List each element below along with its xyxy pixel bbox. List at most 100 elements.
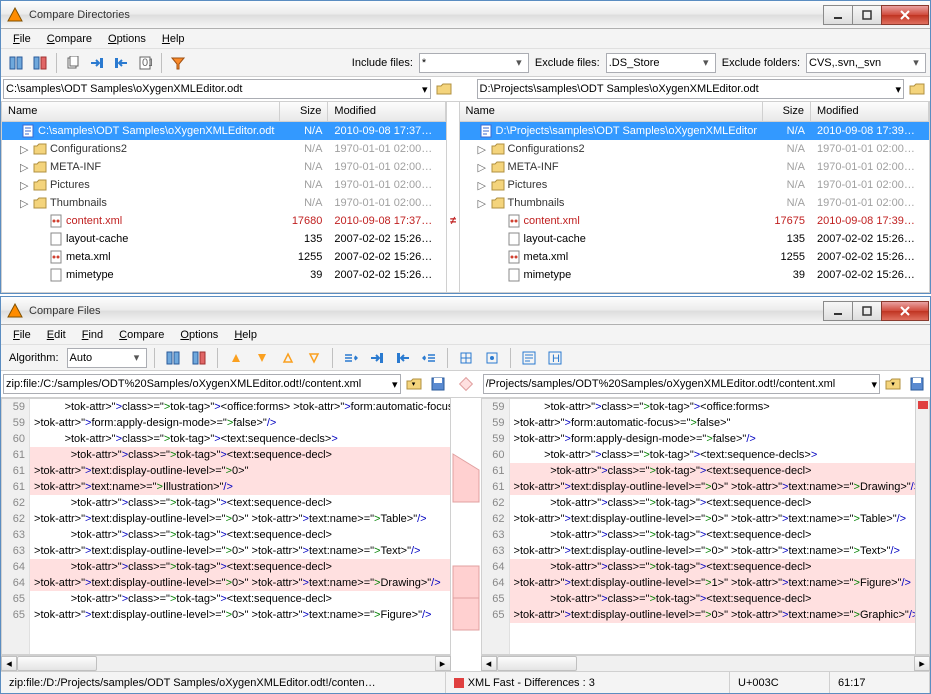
browse-right-file-button[interactable]: ▾ [882,373,904,395]
right-file-path-input[interactable]: /Projects/samples/ODT%20Samples/oXygenXM… [483,374,881,394]
table-row[interactable]: layout-cache1352007-02-02 15:26… [2,230,446,248]
left-editor[interactable]: 5959606161616262636364646565 >tok-attr>"… [1,398,451,655]
col-modified[interactable]: Modified [811,102,929,121]
next-change-button[interactable] [303,347,325,369]
menu-find[interactable]: Find [74,327,111,343]
save-left-button[interactable] [427,373,449,395]
status-position: 61:17 [830,672,930,693]
algo-toolbar: Algorithm: Auto▾ H [1,345,930,371]
left-h-scrollbar[interactable]: ◂▸ [1,655,451,671]
menu-options[interactable]: Options [100,31,154,47]
right-path-input[interactable]: D:\Projects\samples\ODT Samples\oXygenXM… [477,79,905,99]
table-row[interactable]: D:\Projects\samples\ODT Samples\oXygenXM… [460,122,929,140]
table-row[interactable]: content.xml176752010-09-08 17:39… [460,212,929,230]
diff-indicator [451,379,481,389]
close-button[interactable] [881,5,929,25]
col-name[interactable]: Name [2,102,280,121]
titlebar[interactable]: Compare Files [1,297,930,325]
exclude-files-combo[interactable]: .DS_Store▾ [606,53,716,73]
app-icon [7,303,23,319]
titlebar[interactable]: Compare Directories [1,1,930,29]
menu-file[interactable]: File [5,327,39,343]
diff-marker-column: ≠ [447,101,458,293]
menu-compare[interactable]: Compare [111,327,172,343]
close-button[interactable] [881,301,929,321]
right-dir-pane: Name Size Modified D:\Projects\samples\O… [459,101,930,293]
col-size[interactable]: Size [763,102,811,121]
include-files-combo[interactable]: *▾ [419,53,529,73]
ignore-ws-button[interactable] [455,347,477,369]
exclude-files-label: Exclude files: [535,57,600,69]
menu-compare[interactable]: Compare [39,31,100,47]
table-row[interactable]: C:\samples\ODT Samples\oXygenXMLEditor.o… [2,122,446,140]
table-row[interactable]: ▷PicturesN/A1970-01-01 02:00… [2,176,446,194]
table-row[interactable]: meta.xml12552007-02-02 15:26… [2,248,446,266]
minimize-button[interactable] [823,5,853,25]
copy-left-button[interactable] [392,347,414,369]
algorithm-combo[interactable]: Auto▾ [67,348,147,368]
table-row[interactable]: ▷META-INFN/A1970-01-01 02:00… [460,158,929,176]
menu-file[interactable]: File [5,31,39,47]
toolbar: 01 Include files: *▾ Exclude files: .DS_… [1,49,930,77]
binary-compare-button[interactable]: 01 [134,52,156,74]
compare-button[interactable] [5,52,27,74]
compare-button[interactable] [162,347,184,369]
table-row[interactable]: ▷Configurations2N/A1970-01-01 02:00… [460,140,929,158]
minimize-button[interactable] [823,301,853,321]
compare-options-button[interactable] [29,52,51,74]
copy-right-button[interactable] [86,52,108,74]
right-editor[interactable]: 5959596061616262636364646565 >tok-attr>"… [481,398,931,655]
format-button[interactable] [518,347,540,369]
copy-right-button[interactable] [366,347,388,369]
table-row[interactable]: meta.xml12552007-02-02 15:26… [460,248,929,266]
menu-edit[interactable]: Edit [39,327,74,343]
save-right-button[interactable] [906,373,928,395]
left-file-path-input[interactable]: zip:file:/C:/samples/ODT%20Samples/oXyge… [3,374,401,394]
menu-help[interactable]: Help [154,31,193,47]
maximize-button[interactable] [852,5,882,25]
col-modified[interactable]: Modified [328,102,446,121]
menu-help[interactable]: Help [226,327,265,343]
browse-left-button[interactable] [433,78,455,100]
filter-button[interactable] [167,52,189,74]
next-diff-button[interactable] [251,347,273,369]
svg-text:01: 01 [142,57,152,69]
table-row[interactable]: mimetype392007-02-02 15:26… [2,266,446,284]
table-row[interactable]: mimetype392007-02-02 15:26… [460,266,929,284]
prev-diff-button[interactable] [225,347,247,369]
col-name[interactable]: Name [460,102,763,121]
status-diff: XML Fast - Differences : 3 [446,672,730,693]
table-row[interactable]: ▷PicturesN/A1970-01-01 02:00… [460,176,929,194]
compare-3way-button[interactable] [188,347,210,369]
highlight-button[interactable]: H [544,347,566,369]
table-row[interactable]: ▷Configurations2N/A1970-01-01 02:00… [2,140,446,158]
status-path: zip:file:/D:/Projects/samples/ODT Sample… [1,672,446,693]
copy-left-button[interactable] [110,52,132,74]
svg-text:H: H [552,353,560,365]
compare-directories-window: Compare Directories File Compare Options… [0,0,931,294]
window-title: Compare Files [29,305,824,317]
menubar: File Edit Find Compare Options Help [1,325,930,345]
exclude-folders-combo[interactable]: CVS,.svn,_svn▾ [806,53,926,73]
copy-button[interactable] [62,52,84,74]
right-h-scrollbar[interactable]: ◂▸ [481,655,931,671]
prev-change-button[interactable] [277,347,299,369]
menu-options[interactable]: Options [172,327,226,343]
ignore-case-button[interactable] [481,347,503,369]
table-row[interactable]: ▷ThumbnailsN/A1970-01-01 02:00… [460,194,929,212]
table-row[interactable]: content.xml176802010-09-08 17:37… [2,212,446,230]
browse-right-button[interactable] [906,78,928,100]
algorithm-label: Algorithm: [9,352,59,364]
table-row[interactable]: ▷META-INFN/A1970-01-01 02:00… [2,158,446,176]
left-path-input[interactable]: C:\samples\ODT Samples\oXygenXMLEditor.o… [3,79,431,99]
exclude-folders-label: Exclude folders: [722,57,800,69]
copy-all-right-button[interactable] [340,347,362,369]
copy-all-left-button[interactable] [418,347,440,369]
diff-connector [451,398,481,655]
maximize-button[interactable] [852,301,882,321]
overview-ruler[interactable] [915,399,929,654]
table-row[interactable]: ▷ThumbnailsN/A1970-01-01 02:00… [2,194,446,212]
browse-left-file-button[interactable]: ▾ [403,373,425,395]
table-row[interactable]: layout-cache1352007-02-02 15:26… [460,230,929,248]
col-size[interactable]: Size [280,102,328,121]
